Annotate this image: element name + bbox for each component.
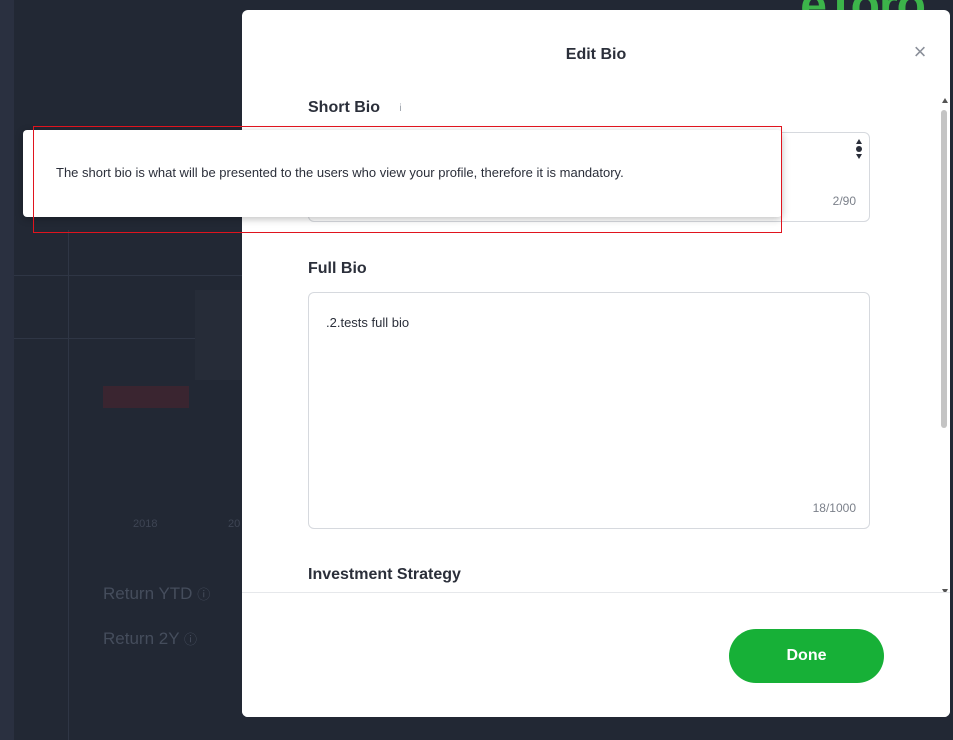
scroll-up-icon[interactable] <box>942 98 948 103</box>
modal-footer: Done <box>242 592 950 717</box>
full-bio-field[interactable]: .2.tests full bio 18/1000 <box>308 292 870 529</box>
full-bio-counter: 18/1000 <box>812 501 856 515</box>
background-divider <box>68 230 69 740</box>
background-chart-bar <box>103 386 189 408</box>
full-bio-value: .2.tests full bio <box>326 315 410 330</box>
scrollbar-thumb[interactable] <box>941 110 947 428</box>
short-bio-label-text: Short Bio <box>308 99 380 116</box>
stepper-icon[interactable] <box>855 139 863 159</box>
investment-strategy-label: Investment Strategy <box>308 566 461 583</box>
modal-scrollbar[interactable] <box>940 98 950 592</box>
background-axis-year: 2018 <box>133 518 158 530</box>
full-bio-label: Full Bio <box>308 260 367 277</box>
done-button[interactable]: Done <box>729 629 884 683</box>
tooltip-text: The short bio is what will be presented … <box>56 165 624 180</box>
background-divider <box>14 275 244 276</box>
short-bio-counter: 2/90 <box>832 194 856 208</box>
background-sidebar <box>0 0 14 740</box>
edit-bio-modal: Edit Bio × Short Bio i 2/90 Full Bio .2.… <box>242 10 950 717</box>
background-stat-label: Return YTD ⓘ <box>103 584 211 603</box>
background-stat-label: Return 2Y ⓘ <box>103 629 197 648</box>
modal-title: Edit Bio <box>565 46 627 63</box>
background-axis-year: 20 <box>228 518 241 530</box>
info-icon[interactable]: i <box>394 103 406 115</box>
short-bio-label: Short Bio i <box>308 99 406 117</box>
modal-scroll-area[interactable]: Edit Bio × Short Bio i 2/90 Full Bio .2.… <box>242 10 950 592</box>
short-bio-tooltip: The short bio is what will be presented … <box>23 130 782 217</box>
background-chart-bar <box>195 290 245 380</box>
close-icon[interactable]: × <box>912 41 928 63</box>
